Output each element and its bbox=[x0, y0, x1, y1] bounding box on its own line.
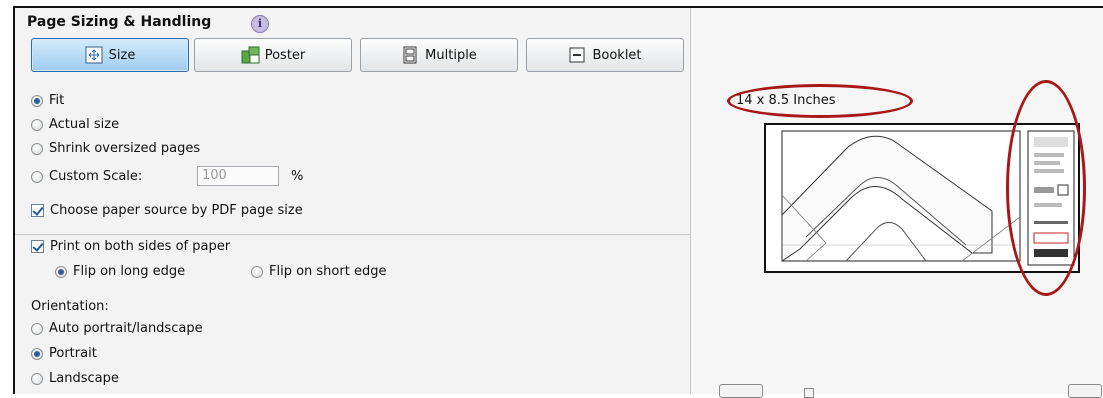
preview-slider-handle[interactable] bbox=[804, 388, 814, 398]
multiple-button[interactable]: Multiple bbox=[360, 38, 518, 72]
multiple-button-label: Multiple bbox=[425, 47, 477, 63]
fit-radio[interactable] bbox=[31, 94, 43, 107]
size-button[interactable]: Size bbox=[31, 38, 189, 72]
preview-nav-button[interactable] bbox=[719, 384, 763, 398]
landscape-option[interactable]: Landscape bbox=[31, 371, 119, 386]
shrink-oversized-radio[interactable] bbox=[31, 142, 43, 155]
poster-button[interactable]: Poster bbox=[194, 38, 352, 72]
poster-button-label: Poster bbox=[264, 47, 306, 63]
custom-scale-label: Custom Scale: bbox=[49, 169, 143, 184]
landscape-radio[interactable] bbox=[31, 372, 43, 385]
info-icon[interactable]: i bbox=[251, 15, 269, 33]
flip-short-edge-option[interactable]: Flip on short edge bbox=[251, 264, 386, 279]
size-button-label: Size bbox=[108, 47, 136, 63]
page-size-label: 14 x 8.5 Inches bbox=[736, 93, 836, 108]
booklet-button-label: Booklet bbox=[592, 47, 642, 63]
actual-size-option[interactable]: Actual size bbox=[31, 117, 119, 132]
custom-scale-option[interactable]: Custom Scale: bbox=[31, 169, 142, 184]
duplex-checkbox[interactable] bbox=[31, 240, 44, 253]
orientation-title-label: Orientation: bbox=[31, 299, 109, 314]
multiple-icon bbox=[401, 46, 419, 64]
preview-next-button[interactable] bbox=[1068, 384, 1102, 398]
duplex-option[interactable]: Print on both sides of paper bbox=[31, 239, 230, 254]
actual-size-radio[interactable] bbox=[31, 118, 43, 131]
portrait-radio[interactable] bbox=[31, 347, 43, 360]
size-icon bbox=[85, 46, 103, 64]
drawing-thumbnail bbox=[781, 130, 1075, 266]
flip-long-edge-radio[interactable] bbox=[55, 265, 67, 278]
page-sizing-section: Page Sizing & Handling i Size Poster Mul… bbox=[15, 8, 691, 394]
actual-size-label: Actual size bbox=[49, 117, 120, 132]
orientation-title: Orientation: bbox=[31, 299, 109, 314]
booklet-button[interactable]: Booklet bbox=[526, 38, 684, 72]
auto-orientation-option[interactable]: Auto portrait/landscape bbox=[31, 321, 203, 336]
shrink-oversized-label: Shrink oversized pages bbox=[49, 141, 201, 156]
shrink-oversized-option[interactable]: Shrink oversized pages bbox=[31, 141, 200, 156]
poster-icon bbox=[241, 46, 260, 64]
auto-orientation-radio[interactable] bbox=[31, 322, 43, 335]
paper-source-label: Choose paper source by PDF page size bbox=[50, 203, 303, 218]
fit-option[interactable]: Fit bbox=[31, 93, 64, 108]
booklet-icon bbox=[568, 46, 586, 64]
fit-label: Fit bbox=[49, 93, 65, 108]
landscape-label: Landscape bbox=[49, 371, 119, 386]
section-title: Page Sizing & Handling bbox=[27, 14, 212, 30]
flip-short-edge-radio[interactable] bbox=[251, 265, 263, 278]
paper-source-option[interactable]: Choose paper source by PDF page size bbox=[31, 203, 303, 218]
duplex-label: Print on both sides of paper bbox=[50, 239, 231, 254]
paper-source-checkbox[interactable] bbox=[31, 204, 44, 217]
flip-long-edge-option[interactable]: Flip on long edge bbox=[55, 264, 185, 279]
portrait-label: Portrait bbox=[49, 346, 97, 361]
flip-long-edge-label: Flip on long edge bbox=[73, 264, 186, 279]
section-divider bbox=[15, 234, 690, 235]
portrait-option[interactable]: Portrait bbox=[31, 346, 97, 361]
custom-scale-input[interactable]: 100 bbox=[197, 166, 279, 186]
auto-orientation-label: Auto portrait/landscape bbox=[49, 321, 203, 336]
flip-short-edge-label: Flip on short edge bbox=[269, 264, 387, 279]
page-preview bbox=[764, 123, 1080, 273]
custom-scale-radio[interactable] bbox=[31, 170, 43, 183]
percent-label: % bbox=[291, 169, 304, 184]
